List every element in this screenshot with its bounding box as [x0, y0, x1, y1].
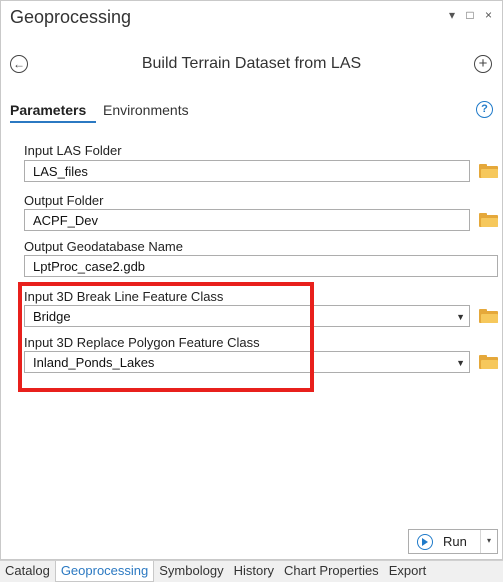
play-icon: [417, 534, 433, 550]
param-label-output-folder: Output Folder: [24, 193, 104, 208]
pane-titlebar: Geoprocessing ▾ □ ×: [1, 1, 502, 35]
bottom-tab-chart-properties[interactable]: Chart Properties: [279, 561, 384, 582]
bottom-tab-catalog[interactable]: Catalog: [0, 561, 55, 582]
help-icon[interactable]: ?: [476, 101, 493, 118]
field-value: LptProc_case2.gdb: [33, 259, 146, 274]
run-button[interactable]: Run ▾: [408, 529, 498, 554]
browse-folder-icon[interactable]: [479, 164, 498, 178]
field-value: LAS_files: [33, 164, 88, 179]
chevron-down-icon[interactable]: ▼: [456, 306, 465, 328]
tab-active-underline: [10, 121, 96, 123]
bottom-tab-symbology[interactable]: Symbology: [154, 561, 228, 582]
run-label: Run: [443, 534, 467, 549]
browse-folder-icon[interactable]: [479, 309, 498, 323]
window-controls[interactable]: ▾ □ ×: [449, 8, 496, 22]
chevron-down-icon[interactable]: ▾: [487, 536, 491, 545]
bottom-tab-strip: Catalog Geoprocessing Symbology History …: [0, 560, 503, 582]
browse-folder-icon[interactable]: [479, 355, 498, 369]
bottom-tab-geoprocessing[interactable]: Geoprocessing: [54, 561, 155, 582]
chevron-down-icon[interactable]: ▼: [456, 352, 465, 374]
run-divider: [480, 530, 481, 553]
param-label-input-las-folder: Input LAS Folder: [24, 143, 122, 158]
field-value: ACPF_Dev: [33, 213, 99, 228]
bottom-tab-export[interactable]: Export: [384, 561, 432, 582]
geoprocessing-pane: Geoprocessing ▾ □ × ← Build Terrain Data…: [0, 0, 503, 560]
input-las-folder-field[interactable]: LAS_files: [24, 160, 470, 182]
bottom-tab-history[interactable]: History: [229, 561, 279, 582]
param-label-output-gdb-name: Output Geodatabase Name: [24, 239, 183, 254]
pane-title: Geoprocessing: [10, 7, 132, 27]
browse-folder-icon[interactable]: [479, 213, 498, 227]
output-folder-field[interactable]: ACPF_Dev: [24, 209, 470, 231]
tab-environments[interactable]: Environments: [103, 102, 189, 118]
tab-parameters[interactable]: Parameters: [10, 102, 86, 118]
highlight-box: [18, 282, 314, 392]
output-gdb-name-field[interactable]: LptProc_case2.gdb: [24, 255, 498, 277]
tool-title: Build Terrain Dataset from LAS: [141, 55, 362, 72]
add-icon[interactable]: +: [474, 55, 492, 73]
